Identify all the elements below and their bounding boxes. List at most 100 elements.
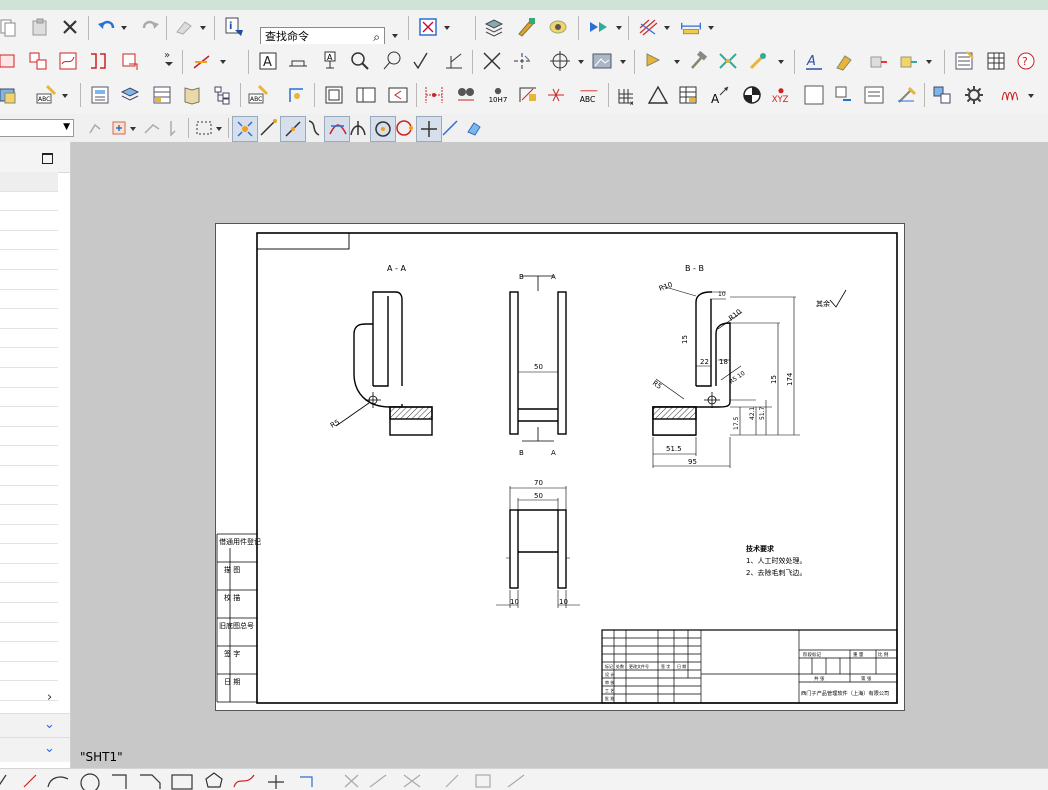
section-view-icon[interactable]: [86, 49, 110, 73]
chamfer-icon[interactable]: [140, 774, 161, 789]
delete-icon[interactable]: [58, 15, 82, 39]
navigator-row[interactable]: [0, 583, 58, 604]
rectangle-select-icon[interactable]: [192, 116, 216, 140]
snap-arc-center-icon[interactable]: [346, 116, 370, 140]
sketch-line-icon[interactable]: [190, 49, 214, 73]
information-icon[interactable]: i: [222, 15, 246, 39]
tolerance-fit-icon[interactable]: 10H7: [484, 83, 512, 107]
triangle-icon[interactable]: [646, 83, 670, 107]
settings-edit-icon[interactable]: [746, 49, 770, 73]
snap-control-point-icon[interactable]: [302, 116, 326, 140]
weld-symbol-icon[interactable]: [442, 49, 466, 73]
copy-icon[interactable]: [0, 15, 20, 39]
navigator-row[interactable]: [0, 446, 58, 466]
area-fill-icon[interactable]: [354, 83, 378, 107]
navigator-row[interactable]: [0, 505, 58, 525]
line-icon[interactable]: [23, 774, 37, 788]
datum-feature-symbol-icon[interactable]: A: [318, 49, 342, 73]
chevron-down-icon[interactable]: ⌄: [44, 741, 55, 756]
navigator-row[interactable]: [0, 231, 58, 251]
details-section[interactable]: ⌄: [0, 713, 70, 738]
navigator-row[interactable]: [0, 603, 58, 623]
point-icon[interactable]: [268, 775, 284, 789]
dimension-linear-icon[interactable]: [454, 83, 478, 107]
mirror-curve-icon[interactable]: [507, 774, 525, 788]
selection-filter-combo[interactable]: ▼: [0, 119, 74, 137]
navigator-row[interactable]: [0, 172, 58, 192]
sheet-icon[interactable]: [88, 83, 112, 107]
text-style-icon[interactable]: A: [802, 49, 826, 73]
surface-finish-icon[interactable]: [410, 49, 434, 73]
intersection-symbol-icon[interactable]: [480, 49, 504, 73]
search-dropdown-icon[interactable]: [390, 19, 400, 43]
fillet-icon[interactable]: [112, 774, 127, 789]
deselect-icon[interactable]: [140, 116, 164, 140]
snap-view-icon[interactable]: [586, 15, 610, 39]
chamfer-dimension-icon[interactable]: [516, 83, 540, 107]
measure-dropdown-icon[interactable]: [706, 15, 716, 39]
origin-icon[interactable]: [284, 83, 308, 107]
paste-icon[interactable]: [28, 15, 52, 39]
symbol-note-icon[interactable]: [832, 83, 856, 107]
navigator-row[interactable]: [0, 211, 58, 231]
navigator-row[interactable]: [0, 564, 58, 584]
navigator-row[interactable]: [0, 388, 58, 408]
maximize-icon[interactable]: [42, 153, 53, 164]
snap-existing-point-icon[interactable]: [232, 116, 258, 142]
drawing-sheet[interactable]: 借通用件登记 描 图 校 描 旧底图总号 签 字 日 期 A - A R5 B …: [215, 223, 905, 711]
hierarchy-icon[interactable]: [210, 83, 234, 107]
redo-icon[interactable]: [138, 15, 162, 39]
view-dropdown-icon[interactable]: [442, 15, 452, 39]
navigator-row[interactable]: [0, 642, 58, 662]
snap-quadrant-icon[interactable]: [392, 116, 416, 140]
gear-icon[interactable]: [962, 83, 986, 107]
undo-icon[interactable]: [95, 15, 119, 39]
navigator-row[interactable]: [0, 662, 58, 682]
derived-line-icon[interactable]: [300, 776, 313, 787]
projected-view-icon[interactable]: [26, 49, 50, 73]
navigator-row[interactable]: [0, 486, 58, 506]
style-painter-icon[interactable]: [832, 49, 856, 73]
settings-dropdown-icon[interactable]: [776, 49, 786, 73]
leader-icon[interactable]: A: [708, 83, 732, 107]
measure-distance-icon[interactable]: [678, 15, 704, 39]
sketch-dropdown-icon[interactable]: [218, 49, 228, 73]
pattern-curve-icon[interactable]: [475, 774, 491, 788]
custom-symbol-icon[interactable]: [930, 83, 954, 107]
profile-icon[interactable]: [0, 774, 7, 787]
snap-tangent-icon[interactable]: [438, 116, 462, 140]
select-filter-icon[interactable]: [84, 116, 108, 140]
grid-dropdown-icon[interactable]: [662, 15, 672, 39]
balloon-icon[interactable]: [740, 83, 764, 107]
dimension-rapid-icon[interactable]: [422, 83, 446, 107]
parts-list-icon[interactable]: [150, 83, 174, 107]
rectangle-select-dropdown-icon[interactable]: [214, 116, 224, 140]
quick-trim-icon[interactable]: [344, 774, 359, 788]
navigator-row[interactable]: [0, 368, 58, 388]
note-icon[interactable]: A: [256, 49, 280, 73]
layer-stack-icon[interactable]: [118, 83, 142, 107]
add-component-icon[interactable]: [896, 49, 920, 73]
navigator-row[interactable]: [0, 525, 58, 545]
chevron-right-icon[interactable]: ›: [47, 690, 52, 705]
show-hide-icon[interactable]: [546, 15, 570, 39]
book-icon[interactable]: [180, 83, 204, 107]
xyz-coordinate-icon[interactable]: XYZ: [768, 83, 794, 107]
table-edit-icon[interactable]: [676, 83, 700, 107]
grid-icon[interactable]: [636, 15, 660, 39]
make-corner-icon[interactable]: [403, 774, 421, 788]
snap-end-point-icon[interactable]: [256, 116, 280, 140]
navigator-row[interactable]: [0, 348, 58, 368]
update-views-icon[interactable]: [118, 49, 142, 73]
spline-icon[interactable]: [233, 774, 255, 788]
navigator-row[interactable]: [0, 544, 58, 564]
arc-icon[interactable]: [47, 776, 69, 788]
weld-dropdown-icon[interactable]: [1026, 83, 1036, 107]
hammer-icon[interactable]: [686, 49, 710, 73]
table-icon[interactable]: x: [614, 83, 638, 107]
offset-center-point-icon[interactable]: [510, 49, 534, 73]
more-icon[interactable]: »: [162, 47, 176, 71]
abc-edit-icon[interactable]: ABC: [34, 83, 58, 107]
navigator-row[interactable]: [0, 407, 58, 427]
preview-section[interactable]: ⌄: [0, 737, 70, 762]
